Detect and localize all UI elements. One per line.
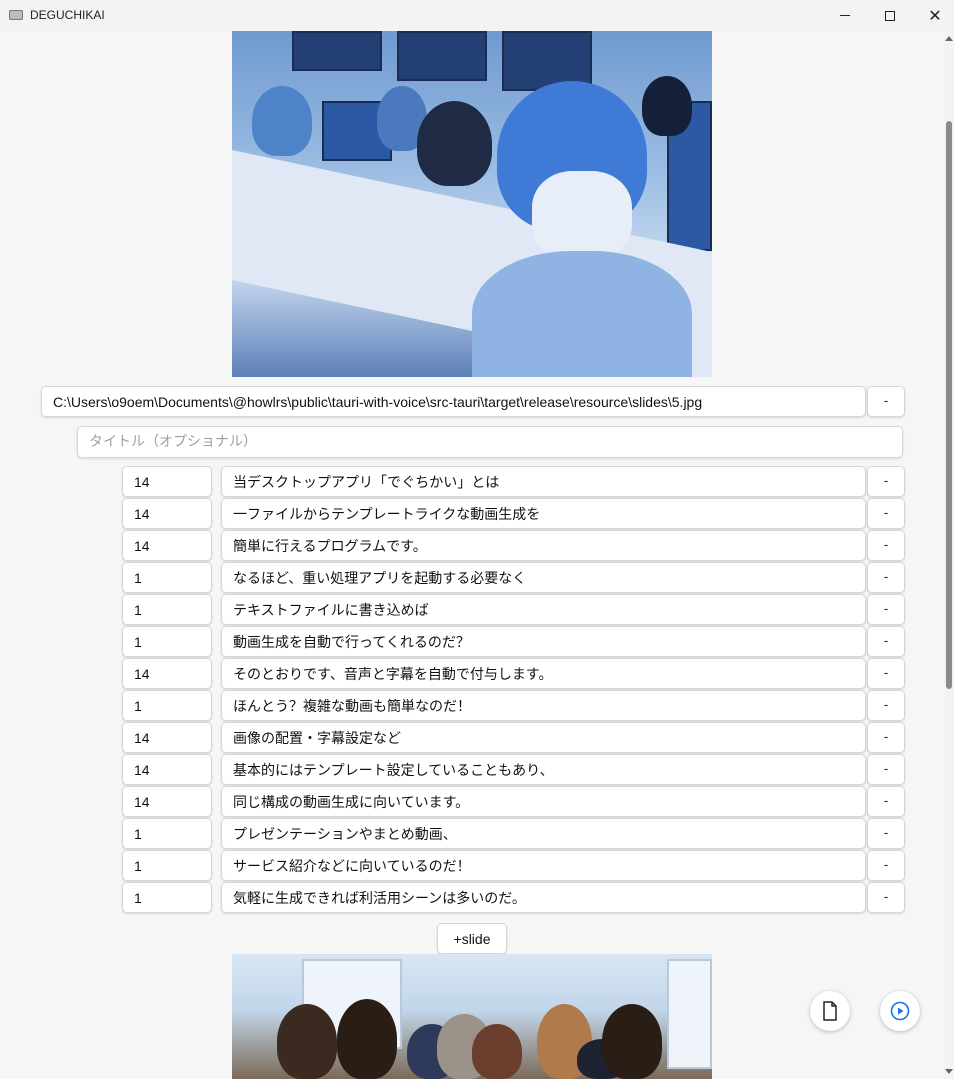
line-text-field[interactable]: サービス紹介などに向いているのだ！ — [221, 850, 866, 881]
line-row: 14 当デスクトップアプリ「でぐちかい」とは - — [0, 466, 944, 498]
line-row: 1 動画生成を自動で行ってくれるのだ？ - — [0, 626, 944, 658]
speaker-field[interactable]: 14 — [122, 466, 212, 497]
line-row: 1 ほんとう？複雑な動画も簡単なのだ！ - — [0, 690, 944, 722]
image-detail — [642, 76, 692, 136]
speaker-field[interactable]: 14 — [122, 658, 212, 689]
remove-line-button[interactable]: - — [867, 786, 905, 817]
remove-line-button[interactable]: - — [867, 594, 905, 625]
line-row: 1 気軽に生成できれば利活用シーンは多いのだ。 - — [0, 882, 944, 914]
play-button[interactable] — [880, 991, 920, 1031]
line-text-field[interactable]: なるほど、重い処理アプリを起動する必要なく — [221, 562, 866, 593]
scroll-up-arrow-icon[interactable] — [945, 36, 953, 41]
close-icon: ✕ — [928, 5, 942, 25]
slide-editor: C:\Users\o9oem\Documents\@howlrs\public\… — [0, 31, 944, 1079]
speaker-field[interactable]: 14 — [122, 786, 212, 817]
image-detail — [277, 1004, 337, 1079]
line-row: 14 そのとおりです、音声と字幕を自動で付与します。 - — [0, 658, 944, 690]
image-detail — [472, 251, 692, 377]
file-button[interactable] — [810, 991, 850, 1031]
line-text-field[interactable]: 動画生成を自動で行ってくれるのだ？ — [221, 626, 866, 657]
line-row: 14 簡単に行えるプログラムです。 - — [0, 530, 944, 562]
remove-line-button[interactable]: - — [867, 818, 905, 849]
remove-line-button[interactable]: - — [867, 722, 905, 753]
remove-line-button[interactable]: - — [867, 690, 905, 721]
scroll-thumb[interactable] — [946, 121, 952, 689]
line-row: 14 同じ構成の動画生成に向いています。 - — [0, 786, 944, 818]
remove-line-button[interactable]: - — [867, 882, 905, 913]
line-text-field[interactable]: 簡単に行えるプログラムです。 — [221, 530, 866, 561]
close-button[interactable]: ✕ — [912, 0, 954, 31]
maximize-button[interactable] — [867, 0, 913, 31]
speaker-field[interactable]: 1 — [122, 882, 212, 913]
speaker-field[interactable]: 1 — [122, 850, 212, 881]
image-detail — [397, 31, 487, 81]
minimize-icon — [840, 15, 850, 16]
remove-line-button[interactable]: - — [867, 498, 905, 529]
line-row: 14 画像の配置・字幕設定など - — [0, 722, 944, 754]
vertical-scrollbar[interactable] — [944, 31, 954, 1079]
remove-slide-button[interactable]: - — [867, 386, 905, 417]
remove-line-button[interactable]: - — [867, 562, 905, 593]
speaker-field[interactable]: 1 — [122, 818, 212, 849]
next-slide-image — [232, 954, 712, 1079]
line-row: 14 基本的にはテンプレート設定していることもあり、 - — [0, 754, 944, 786]
line-row: 1 プレゼンテーションやまとめ動画、 - — [0, 818, 944, 850]
image-detail — [417, 101, 492, 186]
line-text-field[interactable]: 一ファイルからテンプレートライクな動画生成を — [221, 498, 866, 529]
speaker-field[interactable]: 1 — [122, 562, 212, 593]
minimize-button[interactable] — [822, 0, 868, 31]
line-row: 14 一ファイルからテンプレートライクな動画生成を - — [0, 498, 944, 530]
title-input[interactable] — [77, 426, 903, 458]
speaker-field[interactable]: 1 — [122, 690, 212, 721]
remove-line-button[interactable]: - — [867, 466, 905, 497]
line-text-field[interactable]: プレゼンテーションやまとめ動画、 — [221, 818, 866, 849]
remove-line-button[interactable]: - — [867, 626, 905, 657]
line-text-field[interactable]: 当デスクトップアプリ「でぐちかい」とは — [221, 466, 866, 497]
line-row: 1 テキストファイルに書き込めば - — [0, 594, 944, 626]
speaker-field[interactable]: 14 — [122, 498, 212, 529]
speaker-field[interactable]: 14 — [122, 530, 212, 561]
remove-line-button[interactable]: - — [867, 850, 905, 881]
speaker-field[interactable]: 1 — [122, 594, 212, 625]
line-text-field[interactable]: そのとおりです、音声と字幕を自動で付与します。 — [221, 658, 866, 689]
image-detail — [602, 1004, 662, 1079]
line-text-field[interactable]: ほんとう？複雑な動画も簡単なのだ！ — [221, 690, 866, 721]
speaker-field[interactable]: 1 — [122, 626, 212, 657]
window-title: DEGUCHIKAI — [30, 8, 105, 22]
image-detail — [472, 1024, 522, 1079]
line-text-field[interactable]: 基本的にはテンプレート設定していることもあり、 — [221, 754, 866, 785]
line-row: 1 サービス紹介などに向いているのだ！ - — [0, 850, 944, 882]
line-row: 1 なるほど、重い処理アプリを起動する必要なく - — [0, 562, 944, 594]
speaker-field[interactable]: 14 — [122, 754, 212, 785]
remove-line-button[interactable]: - — [867, 754, 905, 785]
image-detail — [252, 86, 312, 156]
slide-image — [232, 31, 712, 377]
app-icon — [9, 10, 23, 20]
image-detail — [667, 959, 712, 1069]
file-icon — [823, 1001, 837, 1021]
line-text-field[interactable]: 画像の配置・字幕設定など — [221, 722, 866, 753]
remove-line-button[interactable]: - — [867, 658, 905, 689]
speaker-field[interactable]: 14 — [122, 722, 212, 753]
image-path-field[interactable]: C:\Users\o9oem\Documents\@howlrs\public\… — [41, 386, 866, 417]
play-circle-icon — [890, 1001, 910, 1021]
image-detail — [532, 171, 632, 261]
remove-line-button[interactable]: - — [867, 530, 905, 561]
image-detail — [337, 999, 397, 1079]
maximize-icon — [885, 10, 895, 21]
title-bar: DEGUCHIKAI ✕ — [0, 0, 954, 31]
add-slide-button[interactable]: +slide — [437, 923, 507, 954]
image-detail — [292, 31, 382, 71]
scroll-down-arrow-icon[interactable] — [945, 1069, 953, 1074]
line-text-field[interactable]: 気軽に生成できれば利活用シーンは多いのだ。 — [221, 882, 866, 913]
line-text-field[interactable]: 同じ構成の動画生成に向いています。 — [221, 786, 866, 817]
line-text-field[interactable]: テキストファイルに書き込めば — [221, 594, 866, 625]
